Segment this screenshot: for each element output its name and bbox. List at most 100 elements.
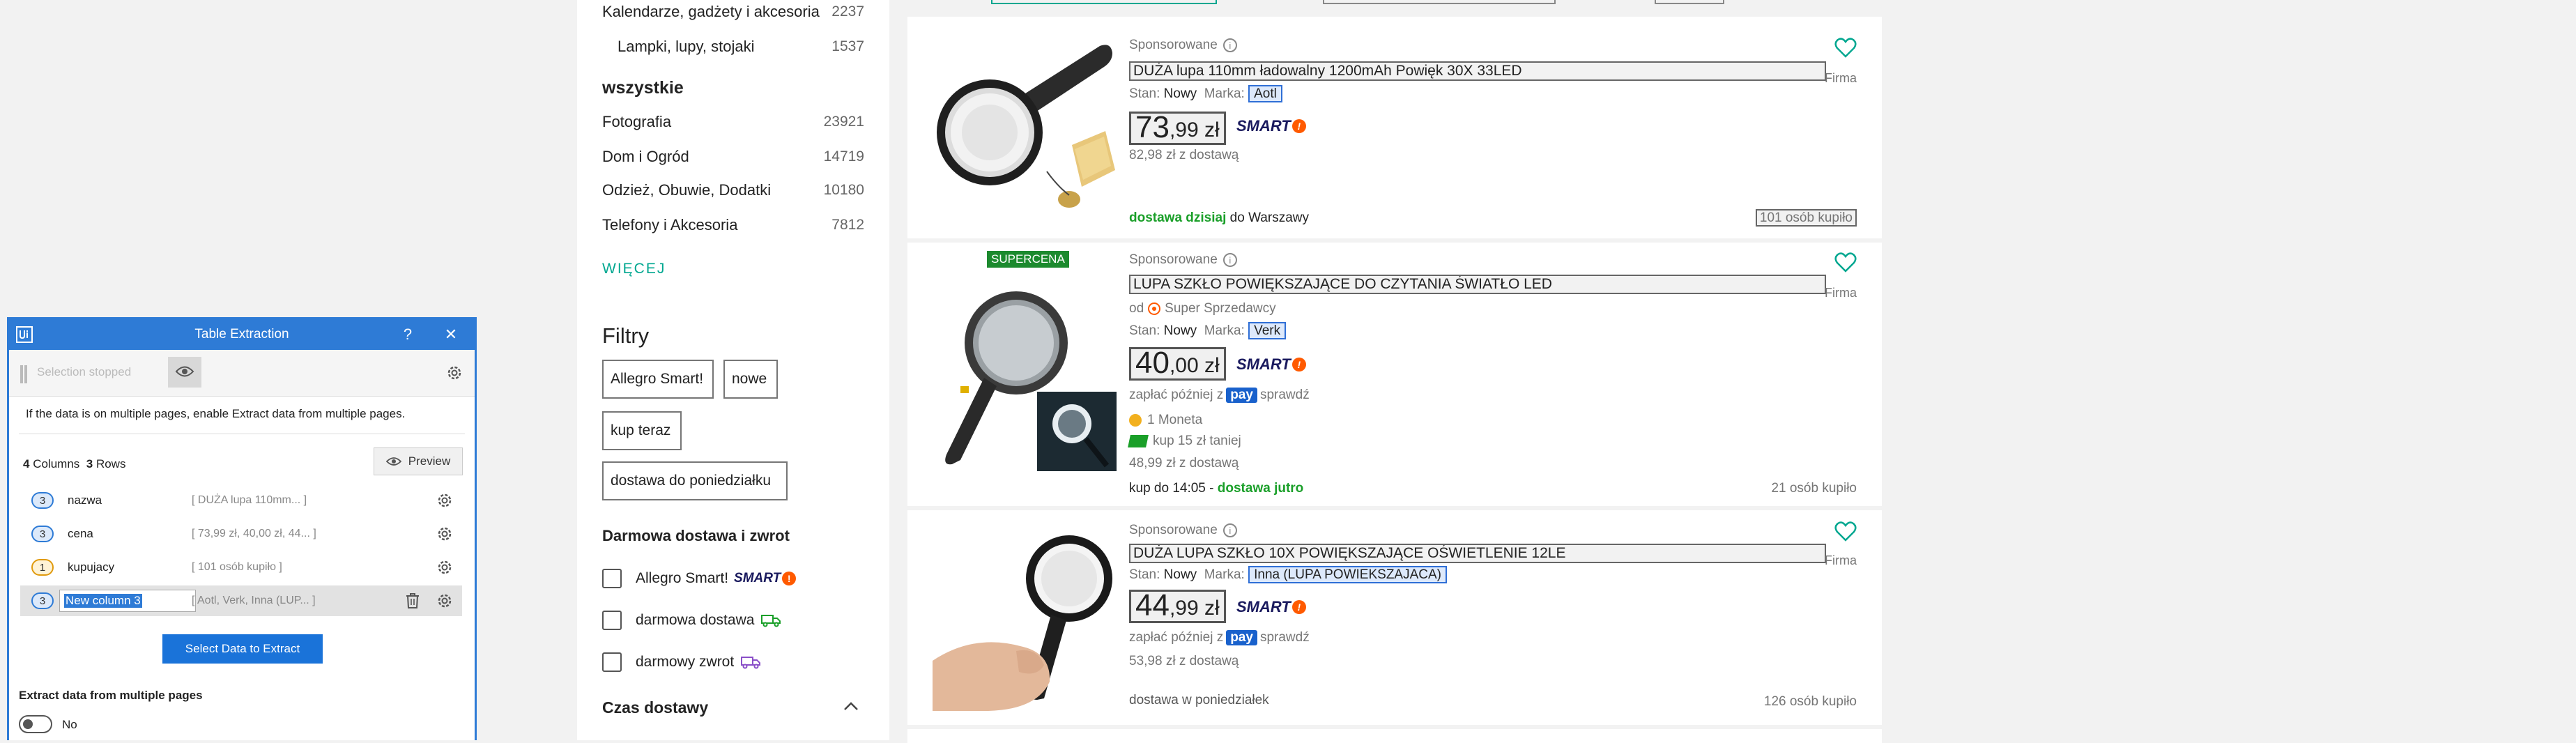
trash-icon[interactable] bbox=[405, 592, 420, 609]
checkbox[interactable] bbox=[602, 652, 622, 672]
product-image[interactable] bbox=[933, 528, 1121, 717]
filter-chip-allegro-smart[interactable]: Allegro Smart! bbox=[602, 360, 714, 399]
column-settings-icon[interactable] bbox=[436, 592, 454, 610]
column-name[interactable]: nazwa bbox=[68, 493, 102, 507]
sponsored-label: Sponsorowane i bbox=[1129, 38, 1237, 53]
heart-icon[interactable] bbox=[1834, 252, 1857, 273]
checkbox-label: darmowa dostawa bbox=[636, 612, 755, 628]
category-count: 23921 bbox=[823, 114, 864, 130]
cheaper-info: kup 15 zł taniej bbox=[1128, 434, 1241, 449]
coin-icon bbox=[1129, 414, 1142, 427]
listing-card-partial[interactable] bbox=[907, 729, 1882, 743]
product-title[interactable]: DUŻA LUPA SZKŁO 10X POWIĘKSZAJĄCE OŚWIET… bbox=[1129, 544, 1826, 563]
pay-later-prefix: zapłać później z bbox=[1129, 630, 1224, 645]
multi-page-toggle[interactable] bbox=[19, 715, 52, 733]
filters-heading: Filtry bbox=[602, 323, 650, 348]
pause-bar-icon bbox=[24, 365, 27, 383]
selection-status: Selection stopped bbox=[37, 365, 132, 378]
filter-checkbox-free-return[interactable]: darmowy zwrot bbox=[602, 652, 761, 672]
info-icon[interactable]: i bbox=[1222, 523, 1237, 537]
column-preview: [ 73,99 zł, 40,00 zł, 44... ] bbox=[192, 528, 316, 539]
checkbox[interactable] bbox=[602, 611, 622, 630]
more-categories-link[interactable]: WIĘCEJ bbox=[602, 261, 666, 277]
settings-gear-icon[interactable] bbox=[445, 364, 463, 382]
filter-chip-delivery-by-monday[interactable]: dostawa do poniedziałku bbox=[602, 461, 788, 500]
column-settings-icon[interactable] bbox=[436, 491, 454, 510]
smart-exclamation-icon: ! bbox=[1291, 119, 1306, 133]
cheaper-text: kup 15 zł taniej bbox=[1153, 434, 1241, 448]
category-item[interactable]: Dom i Ogród 14719 bbox=[602, 148, 864, 166]
product-price: 73 ,99 zł bbox=[1129, 112, 1226, 145]
column-row[interactable]: 1 kupujacy [ 101 osób kupiło ] bbox=[20, 552, 462, 583]
smart-exclamation-icon: ! bbox=[1291, 358, 1306, 372]
pay-check-link[interactable]: sprawdź bbox=[1260, 630, 1310, 645]
close-icon[interactable]: ✕ bbox=[437, 319, 465, 350]
delivery-highlight: dostawa jutro bbox=[1217, 481, 1304, 496]
checkbox[interactable] bbox=[602, 569, 622, 588]
filter-chip-new[interactable]: nowe bbox=[723, 360, 778, 399]
toggle-knob bbox=[23, 719, 33, 729]
coin-info: 1 Moneta bbox=[1129, 413, 1202, 428]
category-item[interactable]: Odzież, Obuwie, Dodatki 10180 bbox=[602, 181, 864, 199]
product-title[interactable]: LUPA SZKŁO POWIĘKSZAJĄCE DO CZYTANIA ŚWI… bbox=[1129, 275, 1826, 294]
column-settings-icon[interactable] bbox=[436, 558, 454, 576]
price-with-delivery: 82,98 zł z dostawą bbox=[1129, 148, 1239, 162]
column-row-selected[interactable]: 3 New column 3 [ Aotl, Verk, Inna (LUP..… bbox=[20, 585, 462, 616]
category-label: Dom i Ogród bbox=[602, 148, 689, 165]
free-delivery-heading: Darmowa dostawa i zwrot bbox=[602, 527, 790, 544]
info-icon[interactable]: i bbox=[1222, 253, 1237, 267]
multi-page-info: If the data is on multiple pages, enable… bbox=[26, 407, 406, 420]
column-count-badge: 3 bbox=[31, 526, 54, 542]
listing-card[interactable]: SUPERCENA Sponsorowane i LUPA SZKŁO POWI… bbox=[907, 243, 1882, 506]
column-row[interactable]: 3 nazwa [ DUŻA lupa 110mm... ] bbox=[20, 485, 462, 516]
column-name[interactable]: cena bbox=[68, 527, 93, 541]
heart-icon[interactable] bbox=[1834, 521, 1857, 542]
filter-checkbox-allegro-smart[interactable]: Allegro Smart! SMART ! bbox=[602, 569, 797, 588]
page-control[interactable] bbox=[1655, 0, 1724, 4]
heart-icon[interactable] bbox=[1834, 38, 1857, 59]
column-row[interactable]: 3 cena [ 73,99 zł, 40,00 zł, 44... ] bbox=[20, 519, 462, 549]
filter-checkbox-free-delivery[interactable]: darmowa dostawa bbox=[602, 611, 781, 630]
product-condition: Stan: Nowy Marka: Inna (LUPA POWIEKSZAJA… bbox=[1129, 566, 1447, 583]
category-item[interactable]: Lampki, lupy, stojaki 1537 bbox=[618, 38, 864, 56]
rows-count: 3 bbox=[86, 457, 93, 470]
info-icon[interactable]: i bbox=[1222, 38, 1237, 52]
column-name[interactable]: kupujacy bbox=[68, 560, 114, 574]
product-title[interactable]: DUŻA lupa 110mm ładowalny 1200mAh Powięk… bbox=[1129, 61, 1826, 81]
product-image[interactable] bbox=[933, 40, 1121, 222]
sponsored-text: Sponsorowane bbox=[1129, 38, 1218, 52]
all-categories-heading: wszystkie bbox=[602, 78, 684, 98]
eye-icon bbox=[175, 366, 194, 377]
preview-button[interactable]: Preview bbox=[374, 447, 463, 475]
pay-check-link[interactable]: sprawdź bbox=[1260, 388, 1310, 402]
category-item[interactable]: Telefony i Akcesoria 7812 bbox=[602, 216, 864, 234]
help-icon[interactable]: ? bbox=[394, 319, 422, 350]
brand-label: Marka: bbox=[1204, 86, 1245, 101]
sponsored-label: Sponsorowane i bbox=[1129, 523, 1237, 538]
filter-chip-buy-now[interactable]: kup teraz bbox=[602, 411, 682, 450]
pay-logo: pay bbox=[1226, 630, 1257, 645]
category-item[interactable]: Kalendarze, gadżety i akcesoria 2237 bbox=[602, 3, 864, 21]
product-condition: Stan: Nowy Marka: Verk bbox=[1129, 322, 1287, 339]
product-image[interactable] bbox=[933, 273, 1121, 489]
seller-name[interactable]: Super Sprzedawcy bbox=[1165, 301, 1275, 316]
smart-logo: SMART! bbox=[1236, 598, 1306, 616]
delivery-info: kup do 14:05 - dostawa jutro bbox=[1129, 481, 1303, 496]
return-truck-icon bbox=[741, 657, 761, 669]
dialog-titlebar[interactable]: Table Extraction ? ✕ bbox=[9, 319, 475, 350]
filter-control[interactable] bbox=[1323, 0, 1556, 4]
condition-value: Nowy bbox=[1163, 567, 1197, 582]
price-decimal: ,00 zł bbox=[1169, 354, 1220, 377]
seller-info: od Super Sprzedawcy bbox=[1129, 301, 1276, 316]
listing-card[interactable]: Sponsorowane i DUŻA LUPA SZKŁO 10X POWIĘ… bbox=[907, 510, 1882, 725]
listing-card[interactable]: Sponsorowane i DUŻA lupa 110mm ładowalny… bbox=[907, 17, 1882, 238]
chevron-up-icon[interactable] bbox=[843, 701, 859, 711]
category-count: 2237 bbox=[831, 3, 864, 20]
category-item[interactable]: Fotografia 23921 bbox=[602, 113, 864, 131]
column-settings-icon[interactable] bbox=[436, 525, 454, 543]
toggle-highlight-button[interactable] bbox=[168, 357, 201, 388]
sort-control[interactable] bbox=[991, 0, 1217, 4]
select-data-button[interactable]: Select Data to Extract bbox=[162, 634, 323, 664]
pay-later-info: zapłać później z pay sprawdź bbox=[1129, 630, 1310, 645]
brand-value: Inna (LUPA POWIEKSZAJACA) bbox=[1248, 566, 1447, 583]
